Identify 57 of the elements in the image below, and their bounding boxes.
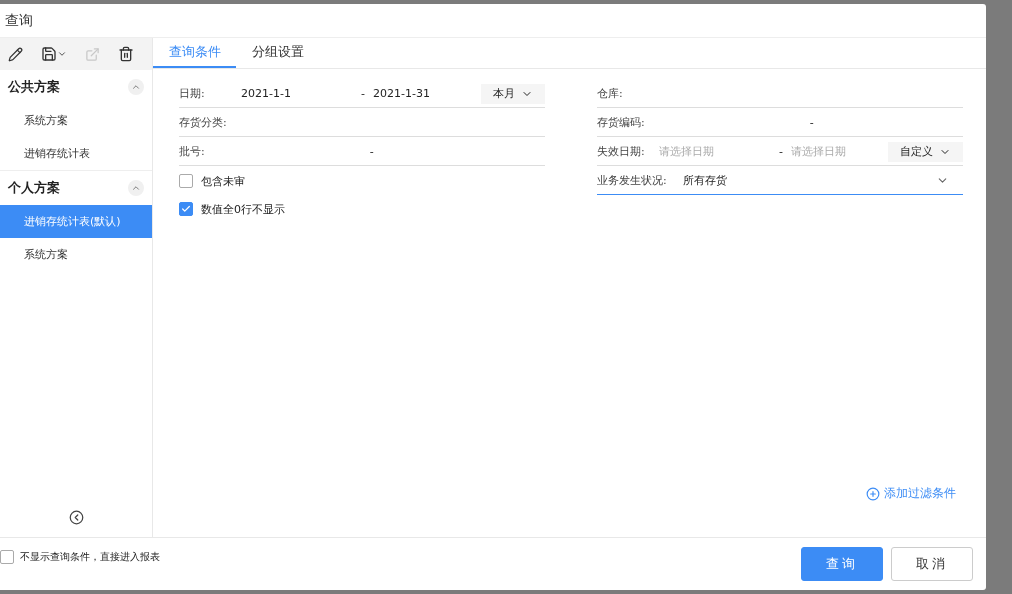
field-label: 业务发生状况:: [597, 173, 668, 188]
range-separator: -: [779, 145, 784, 158]
checkbox[interactable]: [179, 174, 193, 188]
field-label: 存货编码:: [597, 115, 645, 130]
to-value: 2021-1-31: [373, 87, 430, 100]
range-separator: -: [361, 87, 366, 100]
group-title: 公共方案: [8, 78, 60, 96]
caret-icon: [57, 49, 67, 59]
pencil-icon: [8, 46, 23, 62]
select-value: 所有存货: [683, 173, 727, 188]
field-label: 仓库:: [597, 86, 623, 101]
checkbox[interactable]: [179, 202, 193, 216]
range-separator: -: [369, 145, 375, 158]
toolbar-button[interactable]: [8, 46, 23, 62]
cancel-button[interactable]: 取消: [891, 547, 973, 581]
range-field[interactable]: 批号: -: [179, 138, 545, 166]
field-label: 存货分类:: [179, 115, 227, 130]
range-field[interactable]: 存货编码: -: [597, 109, 963, 137]
checkbox-label: 不显示查询条件，直接进入报表: [20, 550, 160, 564]
range-field[interactable]: 日期: 2021-1-1 - 2021-1-31 本月: [179, 80, 545, 108]
form-field[interactable]: 仓库:: [597, 80, 963, 108]
checkbox-label: 包含未审: [201, 173, 245, 189]
tab[interactable]: 查询条件: [153, 38, 236, 68]
from-placeholder: 请选择日期: [659, 145, 714, 158]
trash-icon: [118, 46, 134, 62]
sidebar-item[interactable]: 系统方案: [0, 104, 152, 137]
period-dropdown[interactable]: 自定义: [888, 141, 963, 162]
group-title: 个人方案: [8, 179, 60, 197]
checkbox-label: 数值全0行不显示: [201, 201, 285, 217]
collapse-toggle[interactable]: [128, 180, 144, 196]
collapse-toggle[interactable]: [128, 79, 144, 95]
to-placeholder: 请选择日期: [791, 144, 846, 159]
plus-circle-icon: [866, 486, 880, 501]
external-link-icon: [85, 46, 100, 62]
sidebar-item[interactable]: 进销存统计表: [0, 137, 152, 170]
sidebar-item[interactable]: 系统方案: [0, 238, 152, 271]
form-field[interactable]: 存货分类:: [179, 109, 545, 137]
chevron-up-icon: [131, 183, 141, 193]
select-field[interactable]: 业务发生状况: 所有存货: [597, 167, 963, 195]
period-dropdown[interactable]: 本月: [481, 83, 545, 104]
checkbox[interactable]: [0, 550, 14, 564]
range-field[interactable]: 失效日期: 请选择日期 - 请选择日期 自定义: [597, 138, 963, 166]
add-filter-link[interactable]: 添加过滤条件: [866, 486, 956, 501]
window-title: 查询: [4, 10, 34, 30]
toolbar-button[interactable]: [41, 46, 67, 62]
field-label: 日期:: [179, 86, 206, 101]
field-label: 批号:: [179, 144, 205, 159]
circle-chevron-left-icon: [68, 510, 84, 525]
from-value: 2021-1-1: [241, 87, 291, 100]
save-icon: [41, 46, 57, 62]
field-label: 失效日期:: [597, 144, 646, 159]
tab[interactable]: 分组设置: [236, 38, 319, 68]
range-separator: -: [809, 116, 815, 129]
check-icon: [181, 204, 191, 214]
collapse-sidebar-button[interactable]: [68, 510, 84, 525]
toolbar-button[interactable]: [118, 46, 134, 62]
chevron-up-icon: [131, 82, 141, 92]
